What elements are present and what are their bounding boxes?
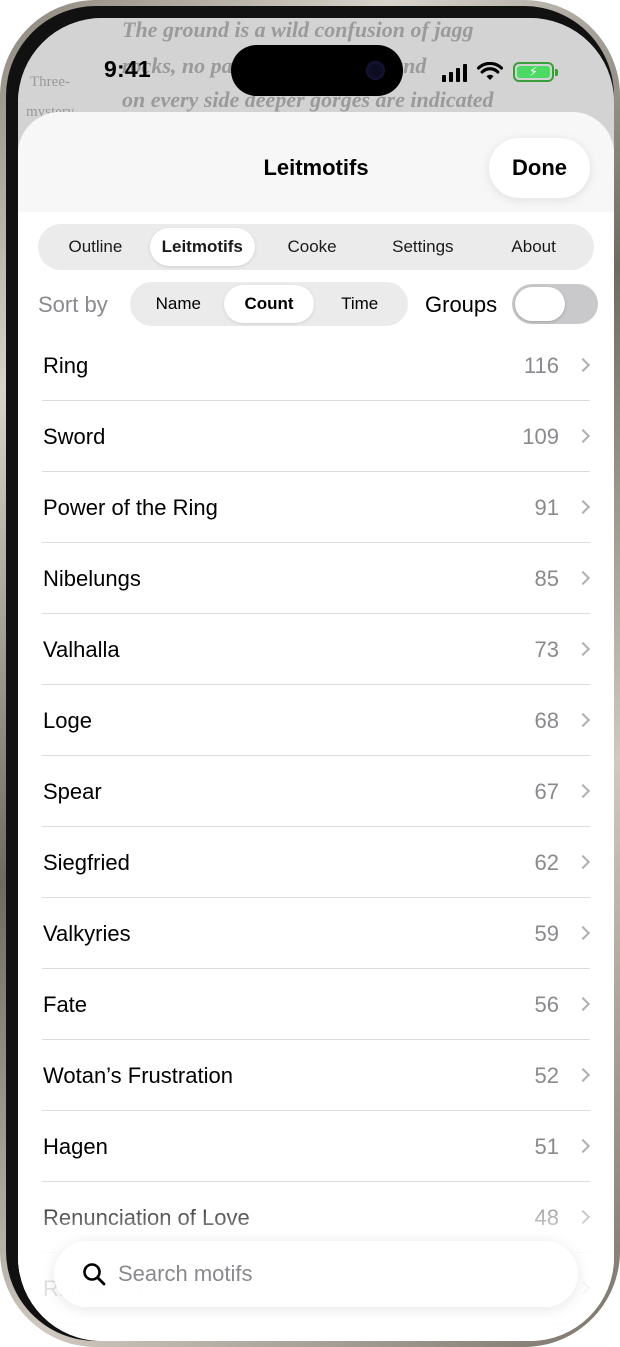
leitmotifs-sheet: Leitmotifs Done Outline Leitmotifs Cooke… (18, 112, 614, 1341)
sort-option-time[interactable]: Time (314, 285, 405, 323)
sort-segmented-control: Name Count Time (130, 282, 408, 326)
tab-about[interactable]: About (476, 228, 591, 266)
chevron-right-icon (575, 357, 591, 373)
chevron-right-icon (575, 925, 591, 941)
motif-count: 51 (534, 1134, 559, 1159)
done-button[interactable]: Done (489, 138, 590, 198)
section-tabs: Outline Leitmotifs Cooke Settings About (38, 224, 594, 270)
motif-count: 62 (534, 850, 559, 875)
motif-list: Ring 116 Sword 109 Power of the Ring 91 Nibelu… (18, 330, 614, 1324)
motif-row[interactable]: Valhalla 73 (18, 614, 614, 685)
motif-count: 56 (534, 992, 559, 1017)
chevron-right-icon (575, 428, 591, 444)
motif-name: Ring (43, 353, 89, 378)
chevron-right-icon (575, 499, 591, 515)
wifi-icon (477, 62, 503, 80)
camera-icon (366, 61, 385, 80)
sort-option-name[interactable]: Name (133, 285, 224, 323)
groups-label: Groups (425, 292, 498, 317)
motif-name: Hagen (43, 1134, 108, 1159)
tab-settings[interactable]: Settings (369, 228, 476, 266)
motif-row[interactable]: Sword 109 (18, 401, 614, 472)
phone-bezel: The ground is a wild confusion of jagg r… (6, 6, 614, 1341)
motif-row[interactable]: Spear 67 (18, 756, 614, 827)
chevron-right-icon (575, 854, 591, 870)
tab-leitmotifs[interactable]: Leitmotifs (149, 228, 255, 266)
status-icons: ⚡ (442, 58, 558, 82)
motif-count: 59 (534, 921, 559, 946)
motif-count: 116 (523, 353, 559, 378)
motif-row[interactable]: Ring 116 (18, 330, 614, 401)
motif-count: 85 (534, 566, 559, 591)
motif-row[interactable]: Wotan’s Frustration 52 (18, 1040, 614, 1111)
chevron-right-icon (575, 641, 591, 657)
groups-toggle[interactable] (512, 284, 598, 324)
motif-count: 67 (534, 779, 559, 804)
cellular-signal-icon (442, 64, 467, 82)
chevron-right-icon (575, 1138, 591, 1154)
sort-by-label: Sort by (38, 292, 108, 317)
motif-name: Valhalla (43, 637, 120, 662)
motif-count: 52 (534, 1063, 559, 1088)
motif-name: Spear (43, 779, 102, 804)
tab-cooke[interactable]: Cooke (255, 228, 370, 266)
screen: The ground is a wild confusion of jagg r… (18, 18, 614, 1341)
dynamic-island (231, 45, 403, 96)
motif-row[interactable]: Power of the Ring 91 (18, 472, 614, 543)
background-text-line: The ground is a wild confusion of jagg (122, 18, 474, 42)
battery-charging-icon: ⚡ (513, 62, 558, 82)
motif-row[interactable]: Valkyries 59 (18, 898, 614, 969)
chevron-right-icon (575, 783, 591, 799)
chevron-right-icon (575, 1067, 591, 1083)
search-bar[interactable] (54, 1241, 578, 1307)
search-input[interactable] (118, 1241, 538, 1307)
toggle-knob (515, 287, 565, 321)
motif-count: 73 (534, 637, 559, 662)
motif-name: Sword (43, 424, 106, 449)
motif-name: Nibelungs (43, 566, 141, 591)
motif-count: 68 (534, 708, 559, 733)
motif-count: 91 (534, 495, 559, 520)
motif-name: Power of the Ring (43, 495, 218, 520)
motif-name: Siegfried (43, 850, 130, 875)
motif-name: Fate (43, 992, 88, 1017)
motif-row[interactable]: Loge 68 (18, 685, 614, 756)
motif-count: 109 (522, 424, 559, 449)
chevron-right-icon (575, 570, 591, 586)
background-margin-note: Three- (30, 74, 70, 90)
phone-frame: The ground is a wild confusion of jagg r… (0, 0, 620, 1347)
motif-row[interactable]: Fate 56 (18, 969, 614, 1040)
motif-name: Valkyries (43, 921, 131, 946)
motif-row[interactable]: Nibelungs 85 (18, 543, 614, 614)
chevron-right-icon (575, 996, 591, 1012)
search-icon (83, 1263, 106, 1286)
tab-outline[interactable]: Outline (41, 228, 150, 266)
sort-option-count[interactable]: Count (223, 285, 315, 323)
motif-row[interactable]: Hagen 51 (18, 1111, 614, 1182)
chevron-right-icon (575, 712, 591, 728)
motif-name: Wotan’s Frustration (43, 1063, 233, 1088)
status-time: 9:41 (104, 56, 151, 82)
motif-name: Loge (43, 708, 92, 733)
motif-row[interactable]: Siegfried 62 (18, 827, 614, 898)
